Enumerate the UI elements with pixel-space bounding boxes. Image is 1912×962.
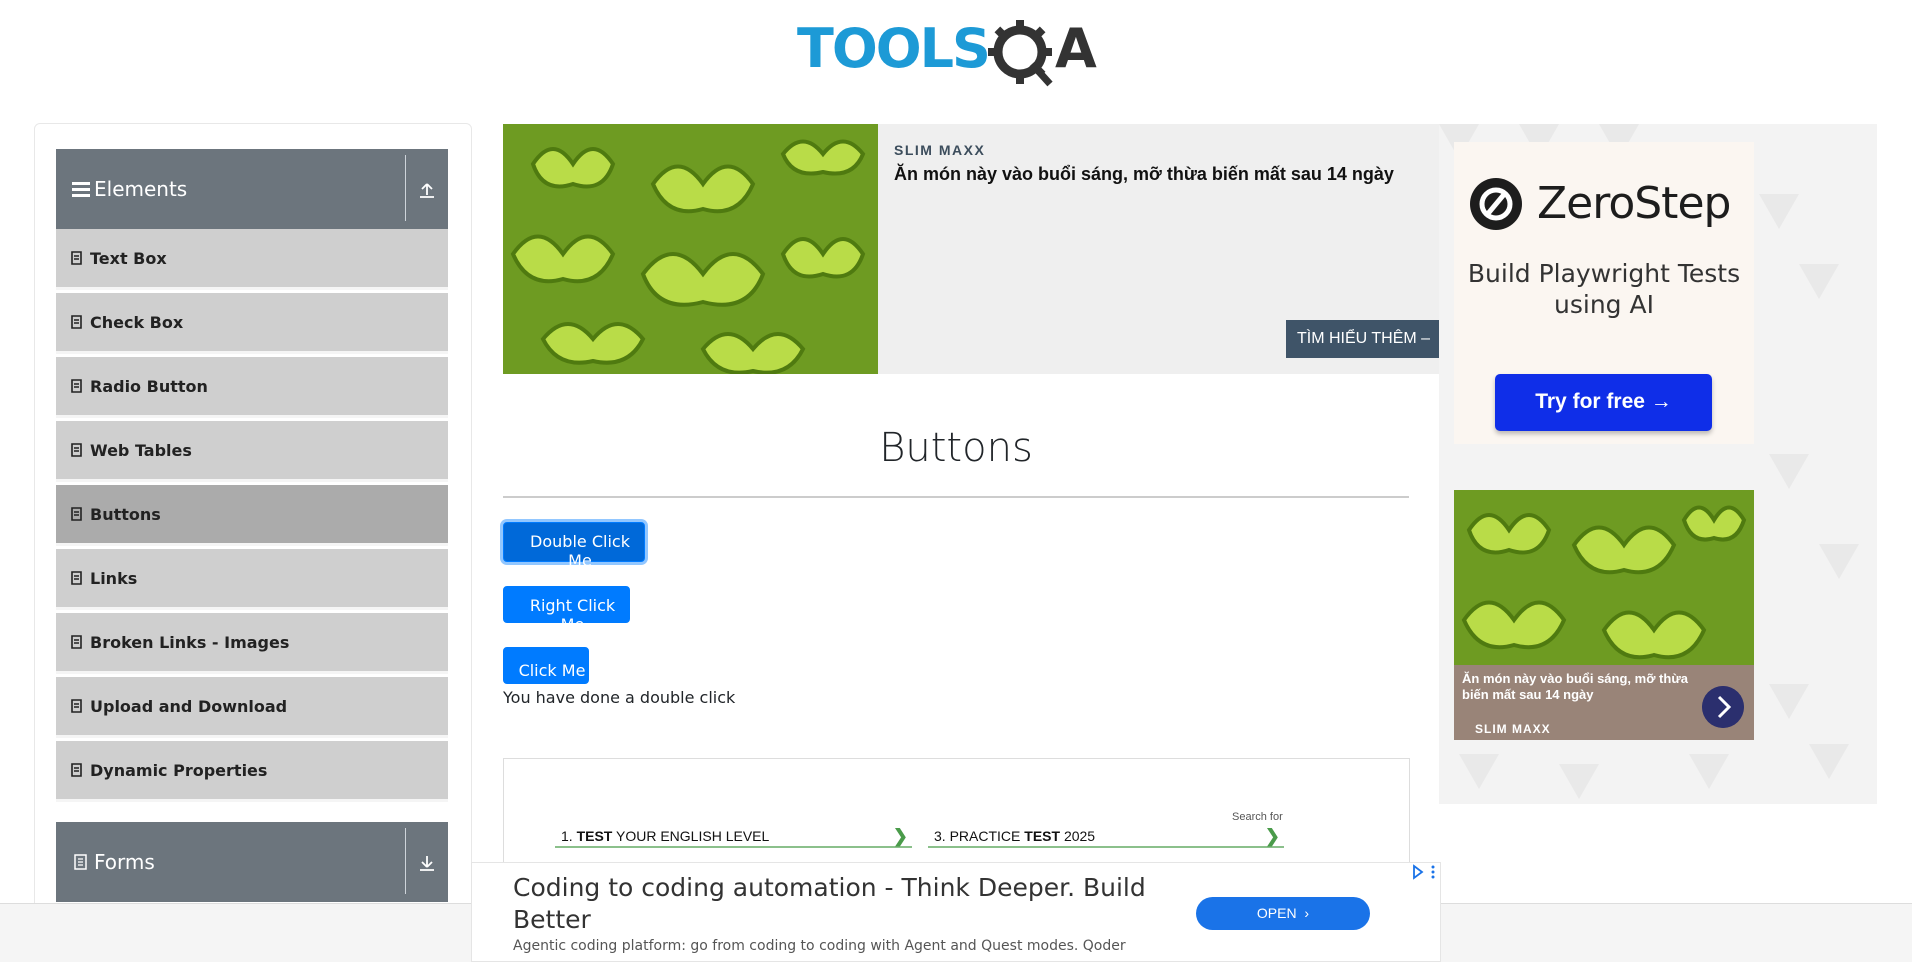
ad-link-text: 3. PRACTICE TEST 2025 [934,828,1095,844]
link-number: 3. [934,828,946,844]
bottom-banner-ad[interactable]: Coding to coding automation - Think Deep… [471,862,1441,962]
sidebar-item-text-box[interactable]: Text Box [56,229,448,290]
sidebar-item-web-tables[interactable]: Web Tables [56,421,448,482]
site-header: TOOLS A [0,0,1912,100]
page-title: Buttons [879,425,1033,471]
file-icon [71,315,82,329]
sidebar-item-links[interactable]: Links [56,549,448,610]
link-rest: YOUR ENGLISH LEVEL [616,828,770,844]
sidebar-item-label: Text Box [90,249,167,268]
sidebar-item-label: Buttons [90,505,161,524]
sidebar-item-label: Upload and Download [90,697,288,716]
file-icon [71,763,82,777]
ad-image [1454,490,1754,665]
sidebar-item-label: Broken Links - Images [90,633,290,652]
sidebar-item-label: Check Box [90,313,184,332]
sidebar: Elements Text Box Check Box Radio Button… [34,123,472,962]
link-keyword: TEST [1024,828,1061,844]
sidebar-item-label: Links [90,569,138,588]
file-icon [71,379,82,393]
click-me-button[interactable]: Click Me [503,647,589,684]
search-for-label: Search for [1232,811,1283,823]
slim-maxx-small-ad[interactable]: Ăn món này vào buổi sáng, mỡ thừa biến m… [1454,490,1754,740]
file-icon [71,507,82,521]
ad-image [503,124,878,374]
file-icon [71,571,82,585]
hamburger-icon [72,182,90,197]
sidebar-item-radio-button[interactable]: Radio Button [56,357,448,418]
ad-brand: SLIM MAXX [894,142,986,158]
zerostep-ad-card[interactable]: ZeroStep Build Playwright Tests using AI… [1454,142,1754,444]
sidebar-item-label: Radio Button [90,377,208,396]
zerostep-logo-icon [1470,178,1522,230]
ad-title[interactable]: Coding to coding automation - Think Deep… [513,872,1193,936]
sidebar-item-check-box[interactable]: Check Box [56,293,448,354]
sidebar-item-label: Web Tables [90,441,192,460]
link-keyword: TEST [576,828,613,844]
link-pre: PRACTICE [949,828,1021,844]
ad-choices-icon[interactable] [1411,864,1439,880]
ad-learn-more-button[interactable]: TÌM HIỂU THÊM – [1286,320,1439,358]
sidebar-item-dynamic-properties[interactable]: Dynamic Properties [56,741,448,802]
try-for-free-button[interactable]: Try for free → [1495,374,1712,431]
chevron-right-icon: › [1300,905,1310,921]
ad-description: Agentic coding platform: go from coding … [513,938,1126,954]
sidebar-item-upload-download[interactable]: Upload and Download [56,677,448,738]
group-title: Elements [94,177,188,201]
zerostep-tagline: Build Playwright Tests using AI [1467,259,1741,319]
group-header-forms[interactable]: Forms [56,822,448,902]
link-rest: 2025 [1063,828,1096,844]
chevron-right-icon: ❯ [1264,826,1280,846]
open-label: OPEN [1256,905,1297,921]
ad-link-text: 1. TEST YOUR ENGLISH LEVEL [561,828,769,844]
group-header-elements[interactable]: Elements [56,149,448,229]
collapse-up-icon[interactable] [418,181,436,199]
file-icon [71,443,82,457]
group-title: Forms [94,850,155,874]
chevron-right-icon: ❯ [892,826,908,846]
sidebar-item-broken-links[interactable]: Broken Links - Images [56,613,448,674]
file-icon [71,251,82,265]
double-click-message: You have done a double click [503,688,736,707]
right-click-button[interactable]: Right Click Me [503,586,630,634]
svg-text:TOOLS: TOOLS [797,17,989,80]
chevron-right-icon[interactable] [1702,686,1744,728]
svg-text:A: A [1055,17,1097,80]
ad-headline[interactable]: Ăn món này vào buổi sáng, mỡ thừa biến m… [894,164,1394,185]
sidebar-item-buttons[interactable]: Buttons [56,485,448,546]
open-button[interactable]: OPEN › [1196,897,1370,930]
sidebar-item-label: Dynamic Properties [90,761,268,780]
ad-link-practice-test[interactable]: 3. PRACTICE TEST 2025 ❯ [928,826,1284,848]
right-sidebar-ad[interactable]: ZeroStep Build Playwright Tests using AI… [1439,124,1877,804]
file-icon [71,699,82,713]
toolsqa-logo[interactable]: TOOLS A [797,15,1119,91]
double-click-button[interactable]: Double Click Me [503,522,645,570]
zerostep-brand-name: ZeroStep [1537,178,1731,229]
ad-brand: SLIM MAXX [1475,722,1551,736]
title-divider [503,496,1409,498]
ad-link-test-english[interactable]: 1. TEST YOUR ENGLISH LEVEL ❯ [555,826,912,848]
divider [405,828,406,894]
top-banner-ad[interactable]: SLIM MAXX Ăn món này vào buổi sáng, mỡ t… [503,124,1439,374]
divider [405,155,406,221]
link-number: 1. [561,828,573,844]
ad-caption: Ăn món này vào buổi sáng, mỡ thừa biến m… [1462,671,1688,702]
expand-down-icon[interactable] [418,854,436,872]
file-icon [71,635,82,649]
document-icon [74,854,87,870]
